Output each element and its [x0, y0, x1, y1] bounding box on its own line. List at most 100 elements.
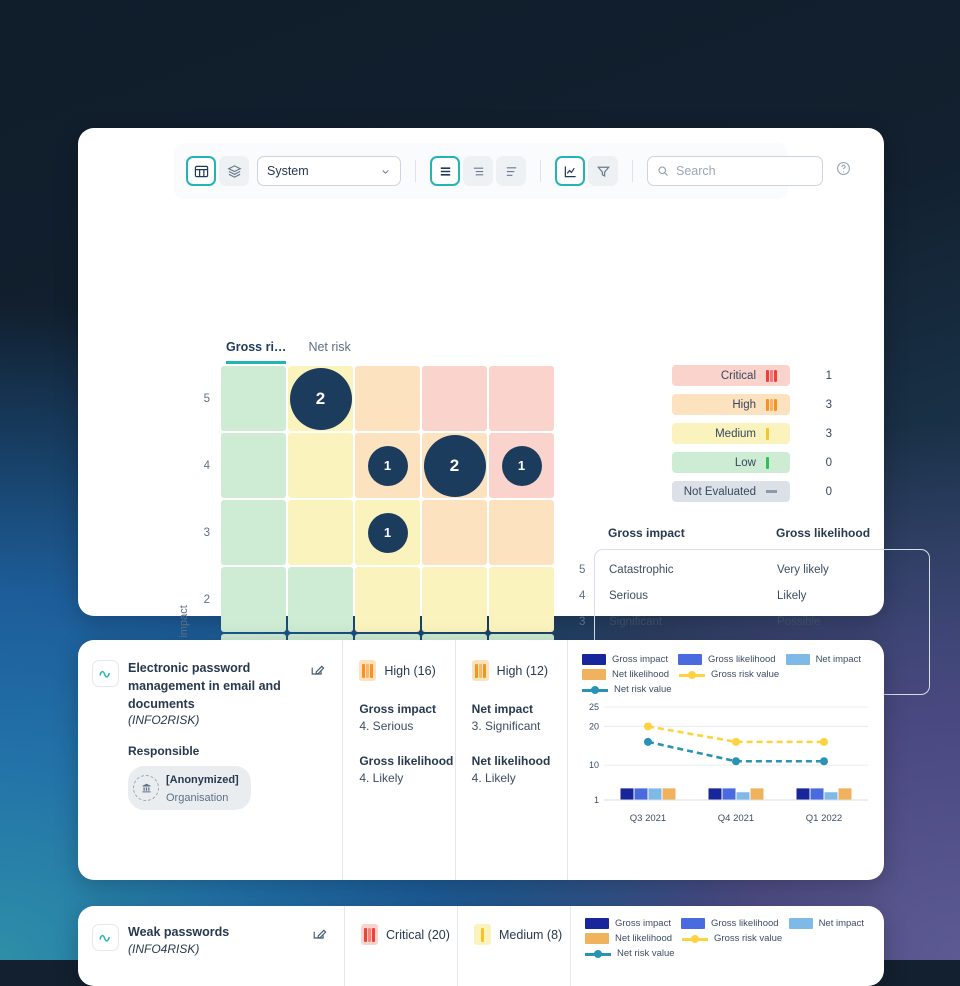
likelihood-term: Likely	[777, 590, 807, 602]
chart-point	[820, 757, 828, 766]
chart-legend-item[interactable]: Net likelihood	[582, 669, 669, 680]
risk-matrix-panel: System Search Gross ri… Net risk 5 2 4 1…	[78, 128, 930, 720]
svg-text:10: 10	[589, 760, 599, 770]
matrix-bubble[interactable]: 1	[367, 445, 408, 486]
net-risk-column: High (12) Net impact 3. Significant Net …	[454, 640, 567, 880]
search-box[interactable]: Search	[647, 156, 823, 186]
matrix-cell[interactable]: 3	[204, 500, 286, 565]
tab-gross-risk[interactable]: Gross ri…	[226, 340, 287, 364]
filter-button[interactable]	[588, 156, 618, 186]
chart-legend-swatch	[585, 948, 611, 959]
density-compact-button[interactable]	[430, 156, 460, 186]
chart-legend-item[interactable]: Gross risk value	[682, 933, 782, 944]
edit-icon[interactable]	[310, 662, 326, 683]
risk-code: (INFO2RISK)	[128, 713, 200, 728]
matrix-cell[interactable]: 1	[355, 433, 420, 498]
matrix-bubble[interactable]: 1	[501, 445, 542, 486]
matrix-cell[interactable]: 1	[355, 500, 420, 565]
matrix-cell[interactable]: 2	[288, 366, 353, 431]
matrix-bubble[interactable]: 2	[289, 367, 352, 430]
severity-legend: Critical 1 High 3 Medium 3 Low 0 Not Evaluated 0	[672, 365, 832, 510]
matrix-cell[interactable]	[355, 567, 420, 632]
grid-view-button[interactable]	[186, 156, 216, 186]
scale-definition-row: 5 Catastrophic Very likely	[579, 557, 929, 583]
help-circle-icon[interactable]	[836, 161, 851, 181]
chart-legend-item[interactable]: Net likelihood	[585, 933, 672, 944]
severity-bars-icon	[361, 924, 378, 945]
matrix-cell[interactable]	[422, 567, 487, 632]
legend-pill: Low	[672, 452, 790, 473]
net-severity-label: Medium (8)	[499, 927, 563, 942]
matrix-cell[interactable]: 5	[204, 366, 286, 431]
responsible-chip[interactable]: [Anonymized] Organisation	[128, 766, 251, 811]
chart-legend-swatch	[582, 654, 606, 665]
matrix-cell[interactable]	[489, 366, 554, 431]
matrix-cell[interactable]	[288, 500, 353, 565]
chart-view-button[interactable]	[555, 156, 585, 186]
matrix-bubble[interactable]: 2	[423, 434, 486, 497]
chart-legend-item[interactable]: Net impact	[788, 918, 864, 929]
chart-filter-group	[555, 156, 618, 186]
legend-row[interactable]: High 3	[672, 394, 832, 415]
gross-risk-column: High (16) Gross impact 4. Serious Gross …	[342, 640, 454, 880]
chart-legend-label: Net impact	[815, 654, 861, 665]
legend-row[interactable]: Not Evaluated 0	[672, 481, 832, 502]
chevron-down-icon	[382, 169, 389, 174]
matrix-cell[interactable]	[489, 567, 554, 632]
legend-pill: Critical	[672, 365, 790, 386]
chart-bar	[750, 788, 764, 800]
chart-bar	[736, 792, 750, 800]
matrix-cell[interactable]: 4	[204, 433, 286, 498]
scale-level: 5	[579, 564, 586, 576]
risk-card[interactable]: Weak passwords (INFO4RISK) Critical (20)…	[78, 906, 884, 986]
system-select[interactable]: System	[257, 156, 401, 186]
density-medium-button[interactable]	[463, 156, 493, 186]
gross-impact-label: Gross impact	[359, 702, 437, 716]
chart-legend-label: Net risk value	[614, 684, 672, 695]
matrix-cell[interactable]: 1	[489, 433, 554, 498]
density-large-button[interactable]	[496, 156, 526, 186]
chart-legend-swatch	[585, 933, 609, 944]
svg-text:25: 25	[589, 703, 599, 712]
matrix-cell[interactable]: 2	[422, 433, 487, 498]
legend-row[interactable]: Critical 1	[672, 365, 832, 386]
matrix-cell[interactable]	[422, 366, 487, 431]
chart-x-tick: Q1 2022	[805, 813, 843, 824]
risk-title: Weak passwords	[128, 925, 230, 939]
chart-bar	[796, 788, 810, 800]
matrix-cell[interactable]: 2	[204, 567, 286, 632]
chart-legend-label: Net risk value	[617, 948, 675, 959]
chart-legend: Gross impact Gross likelihood Net impact Ne…	[582, 654, 872, 695]
chart-legend-item[interactable]: Net risk value	[585, 948, 675, 959]
chart-bar	[634, 788, 648, 800]
matrix-cell[interactable]	[422, 500, 487, 565]
matrix-cell[interactable]	[288, 567, 353, 632]
severity-bars-icon	[766, 456, 782, 469]
legend-row[interactable]: Medium 3	[672, 423, 832, 444]
responsible-label: Responsible	[128, 744, 200, 759]
legend-count: 1	[825, 369, 832, 382]
risk-card[interactable]: Electronic password management in email …	[78, 640, 884, 880]
chart-legend-item[interactable]: Gross risk value	[679, 669, 779, 680]
chart-legend-item[interactable]: Gross likelihood	[680, 918, 779, 929]
net-likelihood-label: Net likelihood	[471, 754, 551, 768]
matrix-y-tick: 4	[203, 459, 210, 472]
matrix-cell[interactable]	[489, 500, 554, 565]
tab-net-risk[interactable]: Net risk	[308, 340, 350, 364]
chart-legend-item[interactable]: Gross impact	[582, 654, 668, 665]
chart-legend-swatch	[585, 918, 609, 929]
chart-legend-item[interactable]: Gross likelihood	[677, 654, 776, 665]
matrix-cell[interactable]	[355, 366, 420, 431]
risk-trend-chart: Gross impact Gross likelihood Net impact Ne…	[570, 906, 884, 986]
view-mode-group	[186, 156, 249, 186]
matrix-bubble[interactable]: 1	[367, 512, 408, 553]
layers-view-button[interactable]	[219, 156, 249, 186]
matrix-cell[interactable]	[288, 433, 353, 498]
chart-legend-item[interactable]: Gross impact	[585, 918, 671, 929]
net-impact-value: 3. Significant	[471, 719, 541, 733]
edit-icon[interactable]	[312, 926, 328, 947]
legend-row[interactable]: Low 0	[672, 452, 832, 473]
risk-view-tabs: Gross ri… Net risk	[226, 340, 351, 364]
chart-legend-item[interactable]: Net risk value	[582, 684, 672, 695]
chart-legend-item[interactable]: Net impact	[785, 654, 861, 665]
